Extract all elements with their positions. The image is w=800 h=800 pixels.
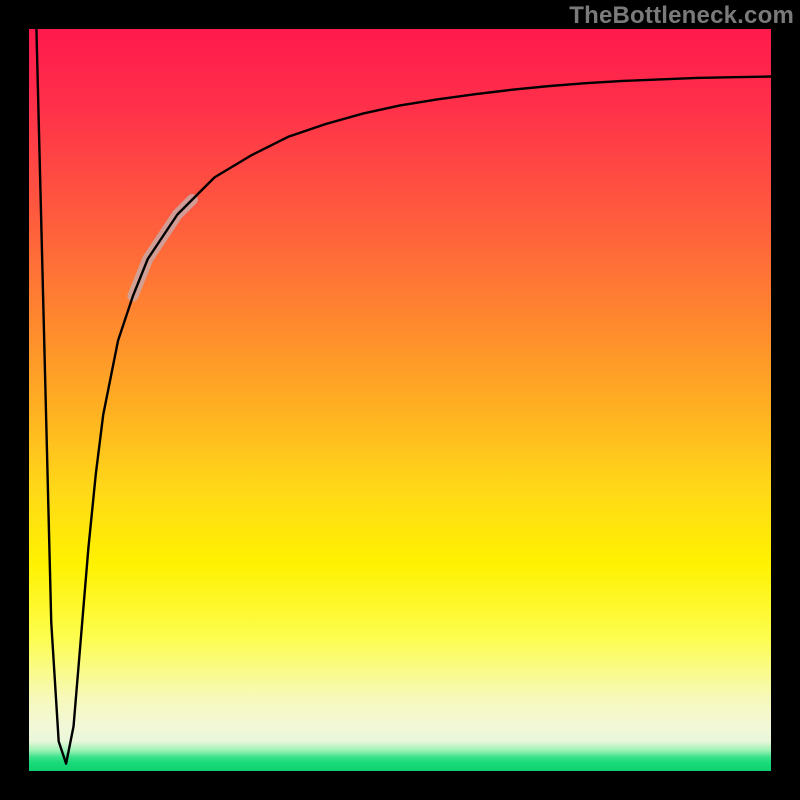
curve-highlight [133,200,192,296]
watermark-text: TheBottleneck.com [569,2,794,30]
chart-frame: TheBottleneck.com [0,0,800,800]
plot-area [29,29,771,771]
bottleneck-curve [36,29,771,764]
curve-svg [29,29,771,771]
